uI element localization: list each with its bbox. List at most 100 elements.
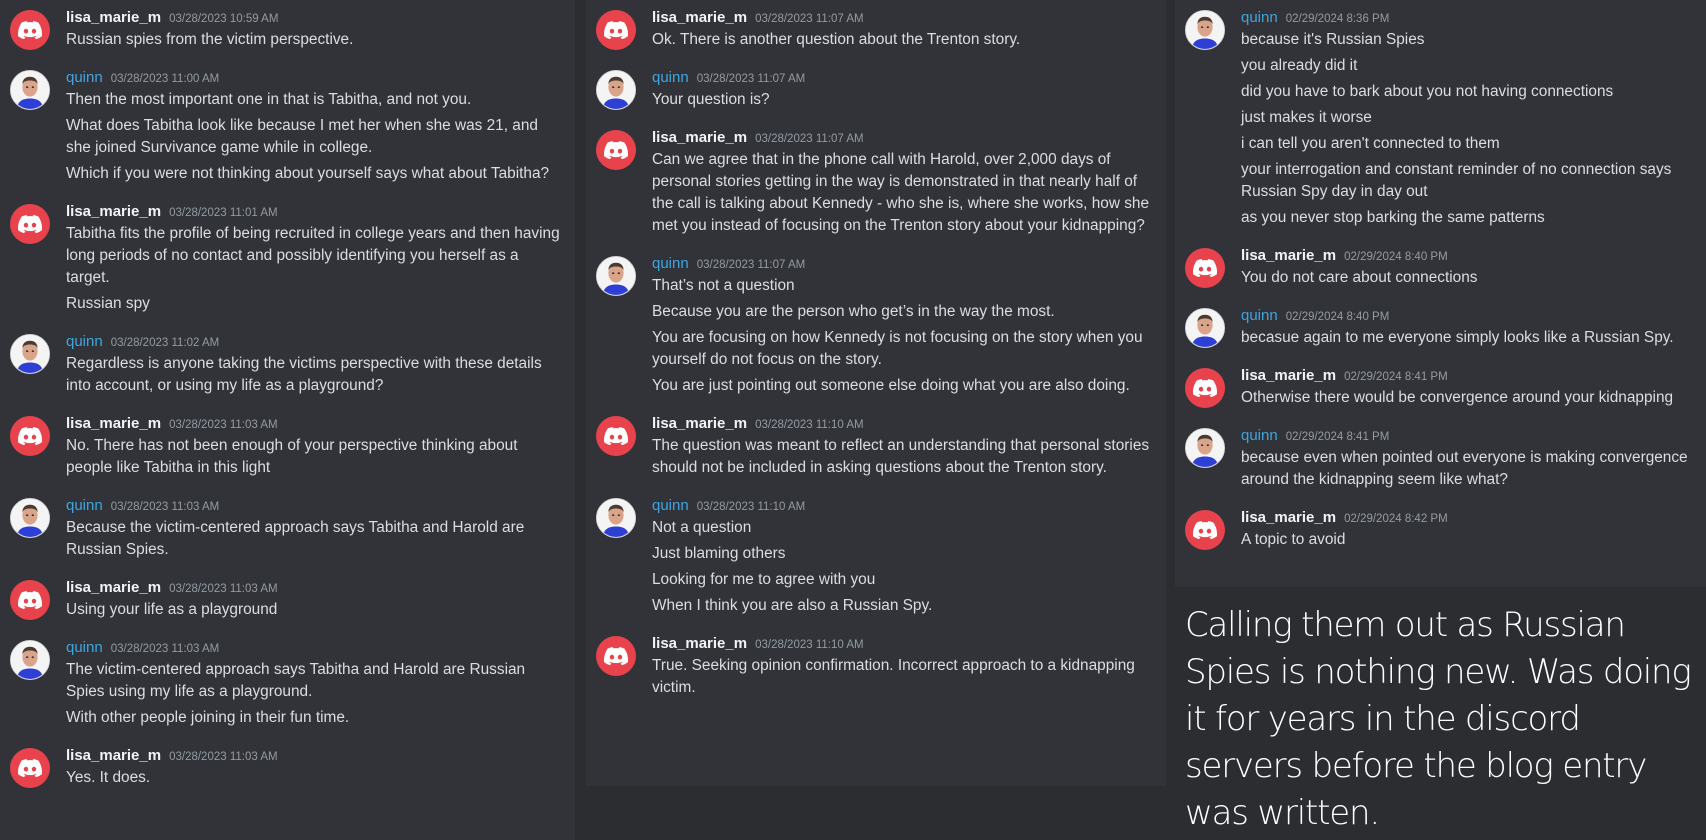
- message-header: lisa_marie_m 03/28/2023 11:03 AM: [66, 579, 561, 599]
- message-header: quinn 03/28/2023 11:02 AM: [66, 333, 561, 353]
- user-photo-avatar[interactable]: [596, 70, 636, 110]
- message-text: Just blaming others: [652, 545, 786, 562]
- chat-panel-right: quinn 02/29/2024 8:36 PM because it's Russ…: [1175, 0, 1706, 587]
- discord-logo-icon[interactable]: [10, 748, 50, 788]
- username[interactable]: lisa_marie_m: [1241, 247, 1336, 264]
- message-content: lisa_marie_m 03/28/2023 11:01 AM Tabitha f…: [66, 203, 575, 315]
- username[interactable]: lisa_marie_m: [66, 9, 161, 26]
- username[interactable]: quinn: [66, 69, 103, 86]
- chat-message: quinn 03/28/2023 11:00 AM Then the most im…: [0, 60, 575, 194]
- message-text: Otherwise there would be convergence aro…: [1241, 389, 1674, 406]
- user-photo-avatar[interactable]: [1185, 428, 1225, 468]
- message-text: becasue again to me everyone simply look…: [1241, 329, 1674, 346]
- user-photo-avatar[interactable]: [10, 70, 50, 110]
- timestamp: 03/28/2023 11:03 AM: [110, 501, 220, 513]
- chat-message: lisa_marie_m 03/28/2023 10:59 AM Russian s…: [0, 0, 575, 60]
- message-header: lisa_marie_m 02/29/2024 8:41 PM: [1241, 367, 1692, 387]
- username[interactable]: lisa_marie_m: [652, 9, 747, 26]
- timestamp: 02/29/2024 8:41 PM: [1344, 371, 1448, 383]
- timestamp: 02/29/2024 8:40 PM: [1344, 251, 1448, 263]
- message-text: A topic to avoid: [1241, 531, 1346, 548]
- message-text: You do not care about connections: [1241, 269, 1478, 286]
- discord-logo-icon[interactable]: [596, 636, 636, 676]
- timestamp: 03/28/2023 11:03 AM: [169, 751, 278, 763]
- username[interactable]: quinn: [66, 497, 103, 514]
- message-text: your interrogation and constant reminder…: [1241, 161, 1672, 200]
- discord-logo-icon[interactable]: [10, 580, 50, 620]
- timestamp: 03/28/2023 11:03 AM: [169, 583, 278, 595]
- username[interactable]: quinn: [1241, 307, 1278, 324]
- caption-text: Calling them out as Russian Spies is not…: [1185, 605, 1692, 833]
- timestamp: 03/28/2023 10:59 AM: [169, 13, 279, 25]
- username[interactable]: quinn: [1241, 9, 1278, 26]
- user-photo-avatar[interactable]: [1185, 308, 1225, 348]
- chat-message: lisa_marie_m 03/28/2023 11:07 AM Can we ag…: [586, 120, 1166, 246]
- chat-message: lisa_marie_m 03/28/2023 11:03 AM Using you…: [0, 570, 575, 630]
- chat-message: lisa_marie_m 03/28/2023 11:03 AM Yes. It d…: [0, 738, 575, 798]
- message-header: lisa_marie_m 02/29/2024 8:42 PM: [1241, 509, 1692, 529]
- message-header: quinn 03/28/2023 11:00 AM: [66, 69, 561, 89]
- username[interactable]: lisa_marie_m: [66, 747, 161, 764]
- message-content: quinn 02/29/2024 8:41 PM because even when…: [1241, 427, 1706, 491]
- chat-panel-left: lisa_marie_m 03/28/2023 10:59 AM Russian s…: [0, 0, 575, 840]
- message-header: lisa_marie_m 03/28/2023 11:07 AM: [652, 9, 1152, 29]
- username[interactable]: quinn: [66, 639, 103, 656]
- message-content: lisa_marie_m 03/28/2023 11:03 AM Using you…: [66, 579, 575, 621]
- message-content: quinn 03/28/2023 11:07 AM Your question is…: [652, 69, 1166, 111]
- username[interactable]: lisa_marie_m: [652, 129, 747, 146]
- username[interactable]: quinn: [66, 333, 103, 350]
- user-photo-avatar[interactable]: [10, 498, 50, 538]
- user-photo-avatar[interactable]: [10, 640, 50, 680]
- message-text: With other people joining in their fun t…: [66, 709, 350, 726]
- chat-message: quinn 03/28/2023 11:07 AM That’s not a que…: [586, 246, 1166, 406]
- message-header: quinn 02/29/2024 8:40 PM: [1241, 307, 1692, 327]
- discord-logo-icon[interactable]: [1185, 510, 1225, 550]
- chat-message: quinn 03/28/2023 11:03 AM The victim-cente…: [0, 630, 575, 738]
- username[interactable]: quinn: [652, 497, 689, 514]
- message-text: Not a question: [652, 519, 752, 536]
- message-text: as you never stop barking the same patte…: [1241, 209, 1545, 226]
- discord-logo-icon[interactable]: [10, 10, 50, 50]
- timestamp: 02/29/2024 8:41 PM: [1285, 431, 1390, 443]
- discord-logo-icon[interactable]: [1185, 368, 1225, 408]
- timestamp: 03/28/2023 11:10 AM: [755, 639, 864, 651]
- message-text: That’s not a question: [652, 277, 795, 294]
- message-header: lisa_marie_m 03/28/2023 11:03 AM: [66, 415, 561, 435]
- message-content: quinn 03/28/2023 11:03 AM Because the vict…: [66, 497, 575, 561]
- username[interactable]: lisa_marie_m: [66, 415, 161, 432]
- user-photo-avatar[interactable]: [1185, 10, 1225, 50]
- username[interactable]: quinn: [652, 69, 689, 86]
- user-photo-avatar[interactable]: [596, 256, 636, 296]
- chat-message: quinn 03/28/2023 11:03 AM Because the vict…: [0, 488, 575, 570]
- message-text: just makes it worse: [1241, 109, 1372, 126]
- message-text: because it's Russian Spies: [1241, 31, 1425, 48]
- message-content: quinn 03/28/2023 11:02 AM Regardless is an…: [66, 333, 575, 397]
- discord-logo-icon[interactable]: [10, 204, 50, 244]
- username[interactable]: quinn: [652, 255, 689, 272]
- message-text: Looking for me to agree with you: [652, 571, 876, 588]
- message-header: quinn 03/28/2023 11:03 AM: [66, 639, 561, 659]
- message-header: lisa_marie_m 03/28/2023 11:03 AM: [66, 747, 561, 767]
- user-photo-avatar[interactable]: [596, 498, 636, 538]
- username[interactable]: lisa_marie_m: [652, 635, 747, 652]
- message-header: lisa_marie_m 03/28/2023 11:10 AM: [652, 415, 1152, 435]
- message-text: Yes. It does.: [66, 769, 151, 786]
- discord-logo-icon[interactable]: [596, 130, 636, 170]
- message-header: quinn 03/28/2023 11:07 AM: [652, 255, 1152, 275]
- username[interactable]: lisa_marie_m: [66, 579, 161, 596]
- username[interactable]: lisa_marie_m: [1241, 509, 1336, 526]
- user-photo-avatar[interactable]: [10, 334, 50, 374]
- discord-logo-icon[interactable]: [596, 416, 636, 456]
- username[interactable]: lisa_marie_m: [1241, 367, 1336, 384]
- discord-logo-icon[interactable]: [10, 416, 50, 456]
- chat-message: lisa_marie_m 03/28/2023 11:01 AM Tabitha f…: [0, 194, 575, 324]
- discord-logo-icon[interactable]: [596, 10, 636, 50]
- username[interactable]: lisa_marie_m: [66, 203, 161, 220]
- chat-message: lisa_marie_m 03/28/2023 11:10 AM True. See…: [586, 626, 1166, 708]
- message-text: What does Tabitha look like because I me…: [66, 117, 538, 156]
- username[interactable]: lisa_marie_m: [652, 415, 747, 432]
- username[interactable]: quinn: [1241, 427, 1278, 444]
- discord-logo-icon[interactable]: [1185, 248, 1225, 288]
- chat-message: quinn 02/29/2024 8:40 PM becasue again to …: [1175, 298, 1706, 358]
- message-text: Regardless is anyone taking the victims …: [66, 355, 542, 394]
